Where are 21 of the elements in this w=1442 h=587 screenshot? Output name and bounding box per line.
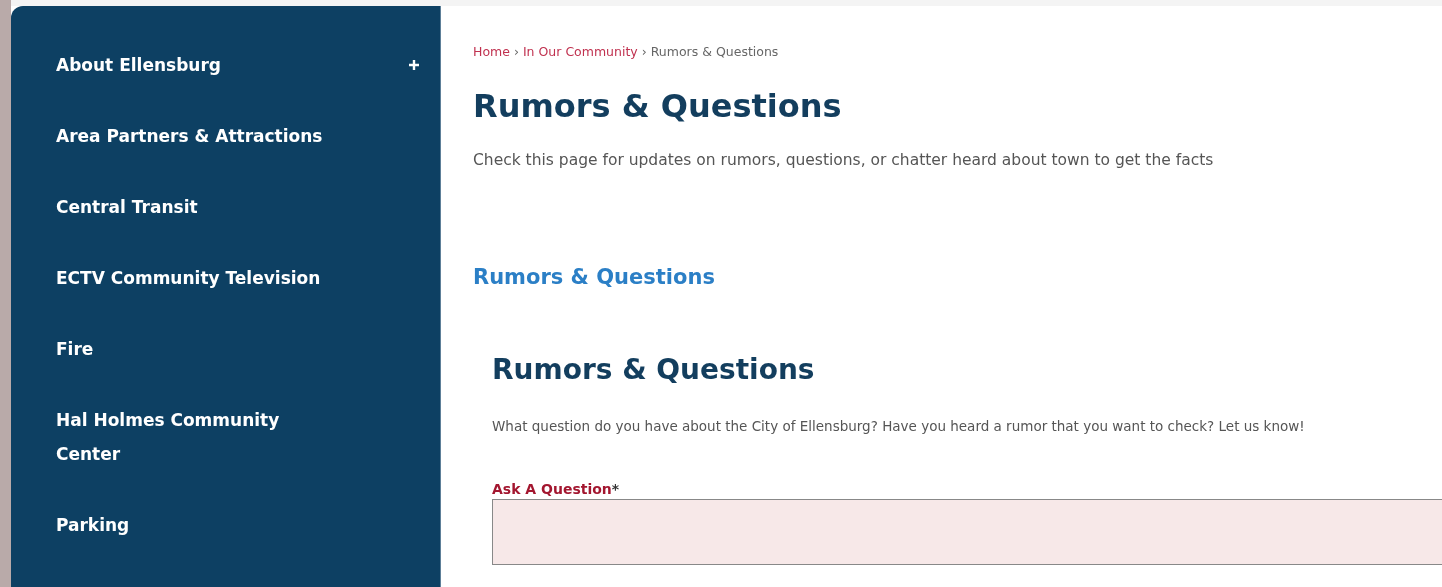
- plus-icon[interactable]: [408, 59, 420, 71]
- breadcrumb-current: Rumors & Questions: [650, 44, 779, 59]
- input-field[interactable]: [492, 499, 1442, 565]
- intro-text: Check this page for updates on rumors, questions, or chatter heard about town to get the facts: [473, 151, 1215, 169]
- breadcrumb-link[interactable]: Home: [473, 44, 510, 59]
- sidebar-item[interactable]: Fire: [56, 332, 336, 366]
- sidebar-item[interactable]: Parking: [56, 508, 336, 542]
- required-mark: *: [611, 481, 620, 497]
- sidebar-item[interactable]: Area Partners & Attractions: [56, 119, 336, 153]
- breadcrumb-separator: ›: [641, 44, 647, 59]
- sidebar-item[interactable]: Hal Holmes Community Center: [56, 403, 336, 471]
- sidebar-item[interactable]: About Ellensburg: [56, 48, 336, 82]
- form-description: What question do you have about the City of Ellensburg? Have you heard a rumor that you want to check? Let us know!: [492, 417, 1306, 436]
- sidebar-item[interactable]: ECTV Community Television: [56, 261, 336, 295]
- sidebar-item[interactable]: Central Transit: [56, 190, 336, 224]
- breadcrumb-link[interactable]: In Our Community: [522, 44, 638, 59]
- breadcrumb-separator: ›: [513, 44, 519, 59]
- field-label: Ask A Question: [492, 481, 612, 497]
- section-link[interactable]: Rumors & Questions: [473, 265, 715, 289]
- form-title: Rumors & Questions: [492, 353, 816, 386]
- page-title: Rumors & Questions: [473, 87, 843, 125]
